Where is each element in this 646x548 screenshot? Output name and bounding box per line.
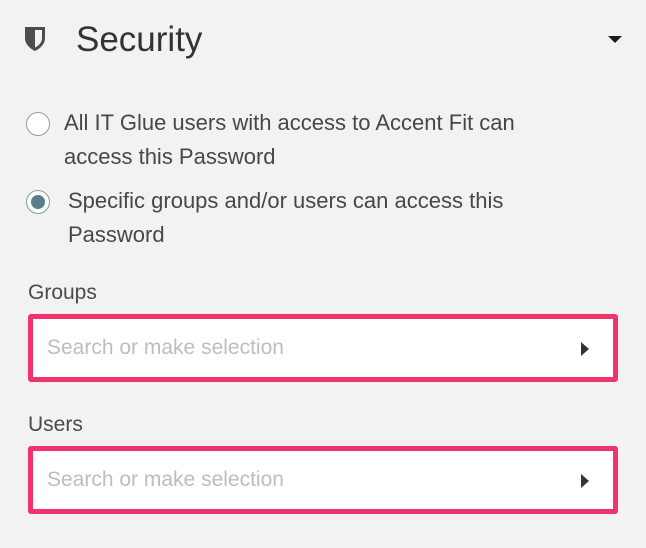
security-section-header[interactable]: Security xyxy=(24,14,626,64)
chevron-right-icon[interactable] xyxy=(581,342,589,356)
section-title: Security xyxy=(76,20,203,59)
groups-label: Groups xyxy=(28,281,97,304)
caret-down-icon[interactable] xyxy=(608,36,622,43)
groups-search-input[interactable] xyxy=(47,333,547,363)
access-option-all-users[interactable]: All IT Glue users with access to Accent … xyxy=(26,106,584,174)
users-select[interactable] xyxy=(28,446,618,514)
security-panel: Security All IT Glue users with access t… xyxy=(0,0,646,548)
access-option-specific[interactable]: Specific groups and/or users can access … xyxy=(26,184,588,252)
radio-all-users[interactable] xyxy=(26,112,50,136)
radio-specific-groups-users[interactable] xyxy=(26,190,50,214)
access-option-label: Specific groups and/or users can access … xyxy=(68,188,504,247)
chevron-right-icon[interactable] xyxy=(581,474,589,488)
users-label: Users xyxy=(28,413,83,436)
shield-icon xyxy=(24,26,46,52)
users-search-input[interactable] xyxy=(47,465,547,495)
access-option-label: All IT Glue users with access to Accent … xyxy=(64,110,515,169)
groups-select[interactable] xyxy=(28,314,618,382)
